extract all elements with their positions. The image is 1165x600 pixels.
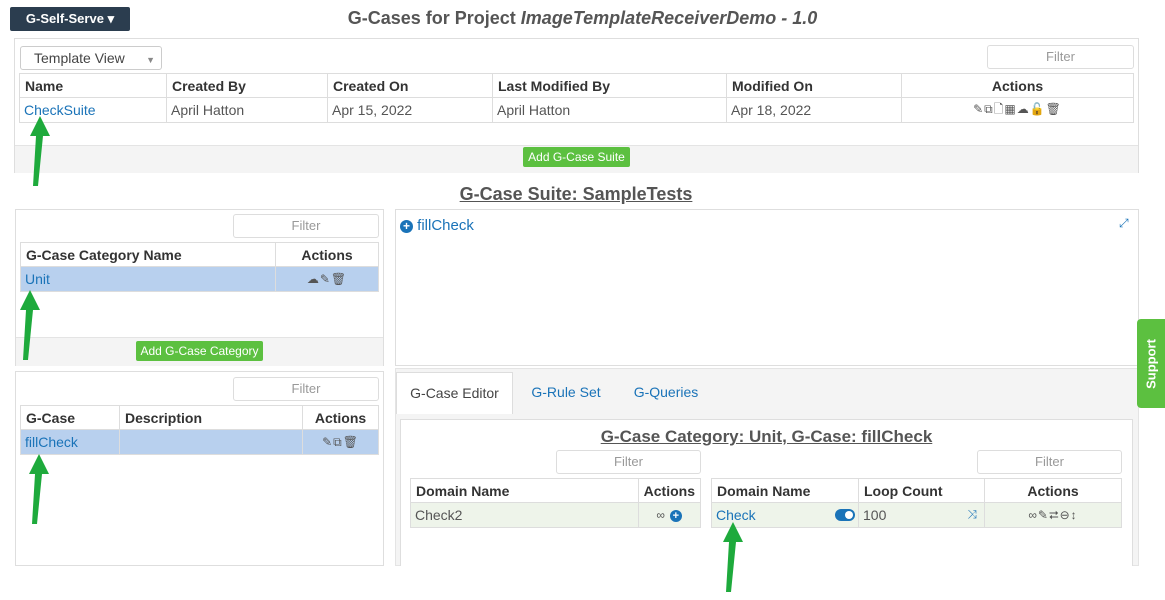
col-modified-on[interactable]: Modified On	[726, 73, 902, 98]
edit-icon[interactable]: ✎	[1038, 508, 1049, 522]
case-actions: ✎⧉🗑	[302, 429, 379, 455]
case-description-cell	[119, 429, 303, 455]
add-g-case-category-button[interactable]: Add G-Case Category	[136, 341, 263, 361]
suite-actions: ✎⧉🗋▦☁🔓🗑	[901, 97, 1134, 123]
plus-circle-icon[interactable]: +	[400, 220, 413, 233]
col-actions: Actions	[302, 405, 379, 430]
page: G-Self-Serve ▾ G-Cases for Project Image…	[0, 0, 1165, 600]
right-domain-filter-input[interactable]: Filter	[977, 450, 1122, 474]
table-header: Domain Name Actions	[410, 478, 702, 503]
toggle-switch[interactable]	[835, 509, 855, 521]
table-row: CheckSuite April Hatton Apr 15, 2022 Apr…	[19, 97, 1134, 123]
col-domain-name[interactable]: Domain Name	[410, 478, 639, 503]
trash-icon[interactable]: 🗑	[343, 435, 359, 449]
col-last-modified-by[interactable]: Last Modified By	[492, 73, 727, 98]
export-icon[interactable]: ▦	[1004, 102, 1016, 116]
table-header: G-Case Category Name Actions	[20, 242, 379, 267]
table-row[interactable]: Unit ☁✎🗑	[20, 266, 379, 292]
col-description[interactable]: Description	[119, 405, 303, 430]
minus-circle-icon[interactable]: ⊖	[1060, 508, 1071, 522]
cases-table: G-Case Description Actions fillCheck ✎⧉🗑	[20, 405, 379, 455]
tab-g-queries[interactable]: G-Queries	[619, 372, 713, 414]
tab-g-rule-set[interactable]: G-Rule Set	[517, 372, 615, 414]
tree-panel	[395, 209, 1139, 366]
table-header: G-Case Description Actions	[20, 405, 379, 430]
case-name-link[interactable]: fillCheck	[25, 434, 78, 450]
loop-count-value: 100	[863, 507, 887, 523]
col-g-case[interactable]: G-Case	[20, 405, 120, 430]
table-row[interactable]: Check 100 ⤨ ∞✎⮂⊖↕	[711, 502, 1122, 528]
col-actions: Actions	[275, 242, 379, 267]
copy-icon[interactable]: ⧉	[984, 102, 994, 116]
table-header: Name Created By Created On Last Modified…	[19, 73, 1134, 98]
green-arrow-icon	[20, 290, 40, 360]
domain-name-cell: Check2	[410, 502, 639, 528]
expand-icon[interactable]: ⤢	[1119, 216, 1129, 231]
col-actions: Actions	[637, 478, 702, 503]
suites-table: Name Created By Created On Last Modified…	[19, 73, 1134, 123]
table-row[interactable]: Check2 ∞ +	[410, 502, 702, 528]
table-header: Domain Name Loop Count Actions	[711, 478, 1122, 503]
modified-on-cell: Apr 18, 2022	[726, 97, 902, 123]
copy-icon[interactable]: ⧉	[333, 435, 343, 449]
col-loop-count[interactable]: Loop Count	[858, 478, 985, 503]
cases-filter-input[interactable]: Filter	[233, 377, 379, 401]
view-select[interactable]: Template View ▼	[20, 46, 162, 70]
trash-icon[interactable]: 🗑	[1046, 102, 1062, 116]
col-actions: Actions	[901, 73, 1134, 98]
green-arrow-icon	[723, 522, 743, 592]
trash-icon[interactable]: 🗑	[331, 272, 347, 286]
edit-icon[interactable]: ✎	[320, 272, 331, 286]
col-created-on[interactable]: Created On	[327, 73, 493, 98]
right-domain-table: Domain Name Loop Count Actions Check 100…	[711, 478, 1122, 528]
unlock-icon[interactable]: 🔓	[1030, 102, 1046, 116]
cloud-upload-icon[interactable]: ☁	[307, 272, 320, 286]
edit-icon[interactable]: ✎	[973, 102, 984, 116]
created-on-cell: Apr 15, 2022	[327, 97, 493, 123]
support-button[interactable]: Support	[1137, 319, 1165, 408]
tab-g-case-editor[interactable]: G-Case Editor	[396, 372, 513, 414]
cloud-upload-icon[interactable]: ☁	[1017, 102, 1030, 116]
category-name-link[interactable]: Unit	[25, 271, 50, 287]
edit-icon[interactable]: ✎	[322, 435, 333, 449]
col-created-by[interactable]: Created By	[166, 73, 328, 98]
editor-title: G-Case Category: Unit, G-Case: fillCheck	[600, 427, 933, 446]
categories-filter-input[interactable]: Filter	[233, 214, 379, 238]
domain-actions: ∞ +	[637, 502, 702, 528]
plus-circle-icon[interactable]: +	[670, 510, 683, 522]
suites-filter-input[interactable]: Filter	[987, 45, 1134, 69]
green-arrow-icon	[30, 116, 50, 186]
domain-row-actions: ∞✎⮂⊖↕	[984, 502, 1122, 528]
categories-table: G-Case Category Name Actions Unit ☁✎🗑	[20, 242, 379, 292]
shuffle-icon[interactable]: ⤨	[967, 507, 978, 522]
reorder-icon[interactable]: ↕	[1071, 508, 1078, 522]
green-arrow-icon	[29, 454, 49, 524]
infinity-icon[interactable]: ∞	[1028, 508, 1038, 522]
infinity-icon[interactable]: ∞	[656, 508, 666, 522]
tree-node-label: fillCheck	[417, 217, 474, 234]
tree-node[interactable]: + fillCheck	[400, 217, 474, 234]
col-name[interactable]: Name	[19, 73, 167, 98]
table-row[interactable]: fillCheck ✎⧉🗑	[20, 429, 379, 455]
left-domain-filter-input[interactable]: Filter	[556, 450, 701, 474]
add-g-case-suite-button[interactable]: Add G-Case Suite	[523, 147, 630, 167]
created-by-cell: April Hatton	[166, 97, 328, 123]
page-title: G-Cases for Project ImageTemplateReceive…	[347, 8, 818, 28]
left-domain-table: Domain Name Actions Check2 ∞ +	[410, 478, 702, 528]
document-icon[interactable]: 🗋	[994, 102, 1005, 116]
suite-title: G-Case Suite: SampleTests	[459, 184, 693, 204]
project-name: ImageTemplateReceiverDemo - 1.0	[520, 8, 818, 28]
col-category-name[interactable]: G-Case Category Name	[20, 242, 276, 267]
category-actions: ☁✎🗑	[275, 266, 379, 292]
col-domain-name[interactable]: Domain Name	[711, 478, 859, 503]
last-modified-by-cell: April Hatton	[492, 97, 727, 123]
chevron-down-icon: ▼	[146, 55, 155, 65]
col-actions: Actions	[984, 478, 1122, 503]
repeat-icon[interactable]: ⮂	[1049, 508, 1060, 522]
